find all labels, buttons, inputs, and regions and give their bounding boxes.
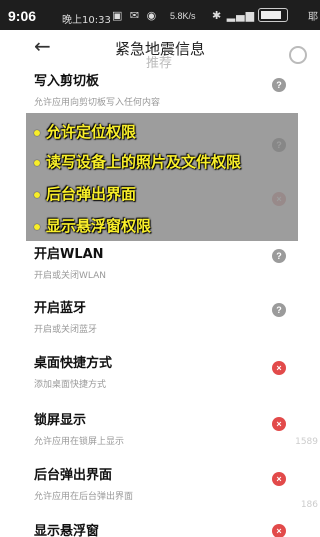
caption-line: 允许定位权限 bbox=[34, 121, 136, 142]
caption-text: 读写设备上的照片及文件权限 bbox=[46, 153, 242, 171]
permission-title: 写入剪切板 bbox=[34, 74, 100, 89]
status-time: 9:06 bbox=[8, 8, 37, 24]
permission-title: 开启蓝牙 bbox=[34, 301, 87, 316]
tab-recommend[interactable]: 推荐 bbox=[146, 52, 172, 71]
caption-text: 允许定位权限 bbox=[46, 123, 137, 141]
question-icon[interactable]: ? bbox=[272, 78, 286, 92]
bullet-dot bbox=[34, 191, 40, 198]
caption-text: 显示悬浮窗权限 bbox=[46, 217, 152, 235]
screen: 9:06 晚上10:33 ▣ ✉ ◉ 5.8K/s ✱ ▂▄▆ 耶 ← 紧急地震… bbox=[0, 0, 320, 537]
comment-bubble-icon[interactable]: ••• bbox=[286, 462, 314, 490]
permission-desc: 允许应用在后台弹出界面 bbox=[34, 492, 134, 502]
like-count: 1589 bbox=[295, 437, 318, 447]
permission-desc: 添加桌面快捷方式 bbox=[34, 380, 107, 390]
comment-count: 186 bbox=[300, 500, 318, 510]
denied-icon[interactable]: × bbox=[272, 472, 286, 486]
denied-icon[interactable]: × bbox=[272, 361, 286, 375]
bullet-dot bbox=[34, 159, 40, 166]
question-icon[interactable]: ? bbox=[272, 303, 286, 317]
permission-row-wlan[interactable]: 开启WLAN 开启或关闭WLAN bbox=[34, 243, 304, 281]
caption-text: 后台弹出界面 bbox=[46, 185, 137, 203]
permission-row-shortcut[interactable]: 桌面快捷方式 添加桌面快捷方式 bbox=[34, 352, 304, 390]
permission-desc: 开启或关闭WLAN bbox=[34, 271, 107, 281]
live-label: 耶 bbox=[308, 12, 318, 23]
permission-desc: 开启或关闭蓝牙 bbox=[34, 325, 98, 335]
permission-row-floating-window[interactable]: 显示悬浮窗 bbox=[34, 520, 304, 537]
permission-title: 开启WLAN bbox=[34, 247, 104, 262]
permission-title: 桌面快捷方式 bbox=[34, 356, 113, 371]
bullet-dot bbox=[34, 223, 40, 230]
permission-row-clipboard[interactable]: 写入剪切板 允许应用向剪切板写入任何内容 bbox=[34, 70, 304, 108]
search-icon[interactable] bbox=[289, 46, 307, 64]
denied-icon[interactable]: × bbox=[272, 524, 286, 537]
status-label: 晚上10:33 bbox=[62, 15, 111, 26]
notification-icons: ▣ ✉ ◉ bbox=[112, 9, 159, 22]
permission-title: 显示悬浮窗 bbox=[34, 524, 100, 537]
signal-icon: ✱ ▂▄▆ bbox=[212, 9, 256, 22]
permission-desc: 允许应用在锁屏上显示 bbox=[34, 437, 125, 447]
bullet-dot bbox=[34, 129, 40, 136]
permission-row-lockscreen[interactable]: 锁屏显示 允许应用在锁屏上显示 bbox=[34, 409, 304, 447]
permission-row-background-popup[interactable]: 后台弹出界面 允许应用在后台弹出界面 bbox=[34, 464, 304, 502]
permission-desc: 允许应用向剪切板写入任何内容 bbox=[34, 98, 161, 108]
network-speed: 5.8K/s bbox=[170, 11, 196, 21]
permission-title: 锁屏显示 bbox=[34, 413, 87, 428]
question-icon[interactable]: ? bbox=[272, 249, 286, 263]
permission-row-bluetooth[interactable]: 开启蓝牙 开启或关闭蓝牙 bbox=[34, 297, 304, 335]
denied-icon[interactable]: × bbox=[272, 417, 286, 431]
caption-overlay: 允许定位权限 读写设备上的照片及文件权限 后台弹出界面 显示悬浮窗权限 bbox=[26, 113, 298, 241]
battery-icon bbox=[258, 8, 288, 22]
permission-title: 后台弹出界面 bbox=[34, 468, 113, 483]
caption-line: 后台弹出界面 bbox=[34, 183, 136, 204]
caption-line: 显示悬浮窗权限 bbox=[34, 215, 151, 236]
caption-line: 读写设备上的照片及文件权限 bbox=[34, 151, 241, 172]
status-bar: 9:06 晚上10:33 ▣ ✉ ◉ 5.8K/s ✱ ▂▄▆ 耶 bbox=[0, 0, 320, 30]
